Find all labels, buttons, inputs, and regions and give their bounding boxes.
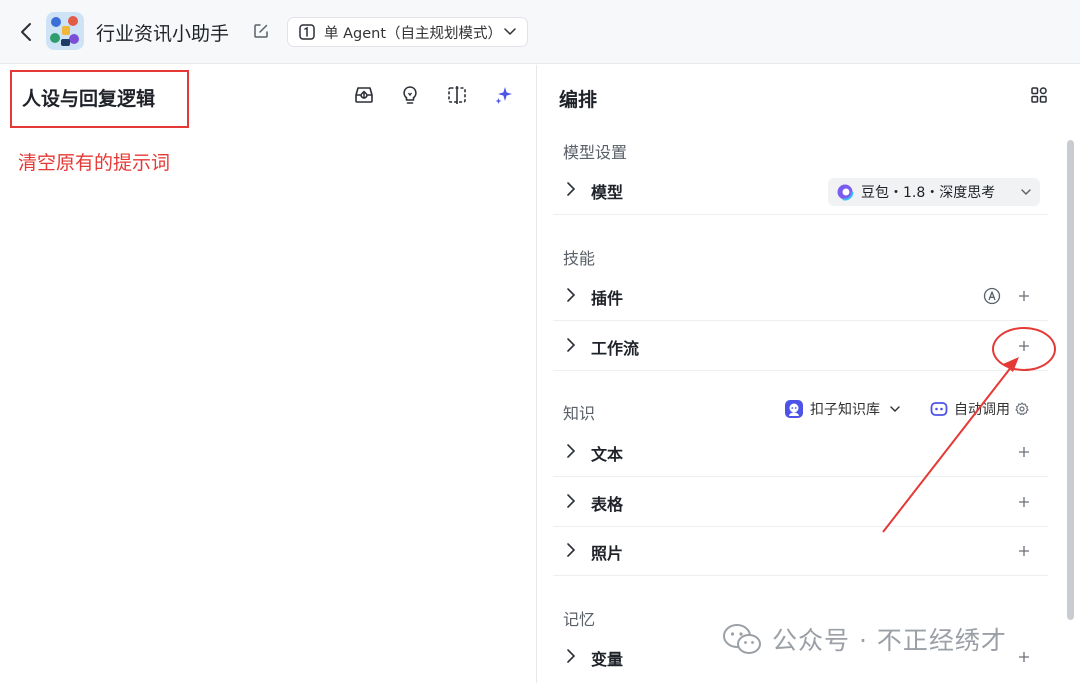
add-text-button[interactable] [1015, 443, 1033, 461]
chevron-right-icon [567, 288, 576, 302]
top-header: 行业资讯小助手 单 Agent（自主规划模式） [0, 0, 1080, 64]
row-label-table: 表格 [591, 495, 624, 514]
orchestration-panel: 编排 模型设置 模型 豆包・1.8・深度思考 技能 插件 工作流 知识 扣子知识… [538, 65, 1080, 683]
annotation-text: 清空原有的提示词 [18, 152, 171, 174]
lightbulb-icon [403, 86, 417, 104]
plus-icon [1019, 497, 1029, 507]
row-label-model: 模型 [591, 183, 624, 202]
watermark: 公众号 · 不正经绣才 [722, 621, 1007, 657]
row-label-text: 文本 [591, 445, 624, 464]
layout-switch-button[interactable] [1029, 85, 1049, 105]
annotation-ellipse [992, 327, 1056, 371]
split-view-icon [448, 86, 466, 104]
bot-avatar[interactable] [46, 12, 84, 50]
section-model-settings: 模型设置 [563, 143, 628, 162]
doubao-logo-icon [836, 183, 854, 201]
add-photo-button[interactable] [1015, 542, 1033, 560]
back-button[interactable] [14, 18, 38, 46]
chevron-right-icon [567, 543, 576, 557]
chevron-right-icon [567, 444, 576, 458]
row-photo[interactable]: 照片 [553, 526, 1048, 576]
model-select[interactable]: 豆包・1.8・深度思考 [828, 178, 1040, 206]
panel-scrollbar[interactable] [1067, 140, 1074, 620]
row-workflow[interactable]: 工作流 [553, 321, 1048, 371]
auto-call-label: 自动调用 [954, 402, 1010, 418]
edit-icon [254, 24, 268, 38]
row-plugin[interactable]: 插件 [553, 271, 1048, 321]
ai-optimize-button[interactable] [492, 83, 516, 107]
row-label-workflow: 工作流 [591, 339, 640, 358]
row-label-photo: 照片 [591, 544, 624, 563]
watermark-text: 公众号 · 不正经绣才 [772, 626, 1007, 655]
chevron-down-icon [1020, 188, 1032, 196]
edit-name-button[interactable] [251, 21, 271, 41]
model-value: 豆包・1.8・深度思考 [861, 185, 996, 201]
chevron-right-icon [567, 338, 576, 352]
orchestration-title: 编排 [559, 89, 598, 111]
knowledge-base-label: 扣子知识库 [810, 402, 880, 418]
grid-icon [1031, 87, 1047, 103]
add-table-button[interactable] [1015, 493, 1033, 511]
gear-icon[interactable] [1015, 402, 1029, 416]
agent-mode-select[interactable]: 单 Agent（自主规划模式） [287, 17, 528, 47]
wechat-icon [723, 624, 761, 654]
chevron-right-icon [567, 649, 576, 663]
plus-icon [1019, 447, 1029, 457]
sparkle-icon [495, 87, 512, 104]
plus-icon [1019, 291, 1029, 301]
plus-icon [1019, 546, 1029, 556]
section-knowledge: 知识 [563, 404, 596, 423]
agent-mode-icon [299, 24, 315, 40]
agent-mode-label: 单 Agent（自主规划模式） [324, 25, 503, 42]
robot-avatar-icon [785, 400, 803, 418]
chevron-left-icon [21, 23, 31, 41]
add-variable-button[interactable] [1015, 648, 1033, 666]
chevron-down-icon [889, 405, 901, 413]
section-skills: 技能 [563, 249, 596, 268]
bot-icon [930, 402, 948, 416]
section-memory: 记忆 [563, 610, 596, 629]
plus-icon [1019, 652, 1029, 662]
row-label-plugin: 插件 [591, 289, 624, 308]
chevron-right-icon [567, 182, 576, 196]
row-table[interactable]: 表格 [553, 477, 1048, 527]
auto-call-setting[interactable]: 自动调用 [930, 396, 1029, 422]
compare-view-button[interactable] [445, 83, 469, 107]
chevron-down-icon [503, 27, 517, 37]
bot-name: 行业资讯小助手 [96, 23, 230, 45]
row-label-variable: 变量 [591, 650, 624, 669]
row-text[interactable]: 文本 [553, 427, 1048, 477]
chevron-right-icon [567, 494, 576, 508]
add-plugin-button[interactable] [1015, 287, 1033, 305]
prompt-library-button[interactable] [352, 83, 376, 107]
tips-button[interactable] [398, 83, 422, 107]
plugin-auto-button[interactable] [983, 287, 1001, 305]
inbox-upload-icon [355, 87, 373, 103]
auto-a-icon [983, 287, 1001, 305]
persona-panel: 人设与回复逻辑 清空原有的提示词 [0, 65, 537, 683]
persona-title: 人设与回复逻辑 [22, 88, 156, 110]
knowledge-base-select[interactable]: 扣子知识库 [784, 396, 901, 422]
